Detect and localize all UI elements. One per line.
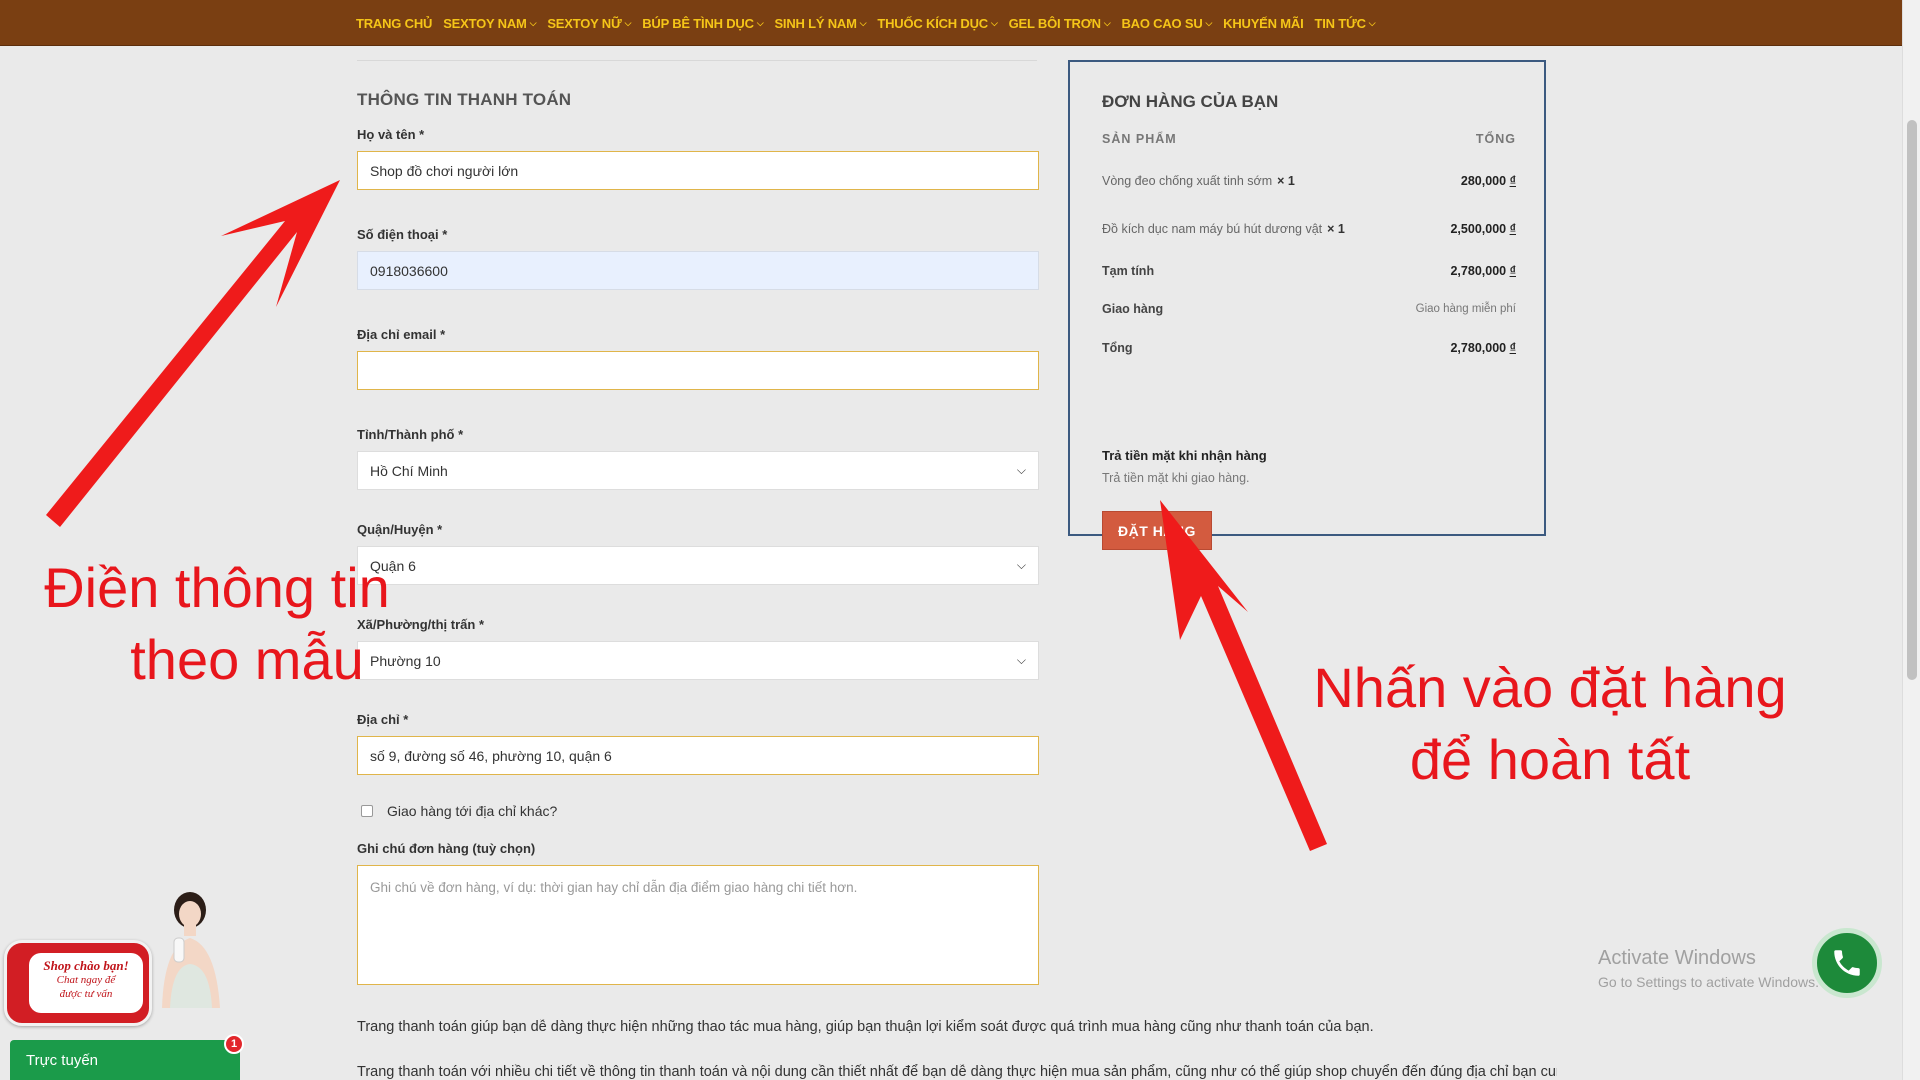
billing-title: THÔNG TIN THANH TOÁN	[357, 90, 572, 109]
top-navigation: TRANG CHỦ SEXTOY NAM ⌵ SEXTOY NỮ ⌵ BÚP BÊ …	[0, 0, 1902, 46]
province-label: Tỉnh/Thành phố *	[357, 427, 464, 442]
ship-other-checkbox[interactable]	[361, 805, 373, 817]
order-item-row: Đồ kích dục nam máy bú hút dương vật × 1 …	[1102, 222, 1516, 236]
item-name: Vòng đeo chống xuất tinh sớm	[1102, 174, 1273, 188]
annotation-right-line2: để hoàn tất	[1409, 728, 1691, 791]
province-select[interactable]: Hồ Chí Minh ⌵	[357, 451, 1039, 490]
address-label: Địa chỉ *	[357, 712, 409, 727]
item-price: 280,000	[1460, 174, 1507, 188]
watermark-line1: Activate Windows	[1598, 947, 1756, 969]
annotation-left-line1: Điền thông tin	[44, 556, 390, 619]
payment-method-title: Trả tiền mặt khi nhận hàng	[1102, 448, 1267, 463]
order-title: ĐƠN HÀNG CỦA BẠN	[1102, 92, 1279, 111]
place-order-button[interactable]: ĐẶT HÀNG	[1102, 511, 1212, 550]
ship-other-row[interactable]: Giao hàng tới địa chỉ khác?	[357, 803, 1039, 819]
chevron-down-icon: ⌵	[756, 17, 764, 28]
nav-item-bao-cao-su[interactable]: BAO CAO SU ⌵	[1121, 16, 1212, 31]
nav-item-gel-boi-tron[interactable]: GEL BÔI TRƠN ⌵	[1009, 16, 1111, 31]
windows-activation-watermark: Activate Windows Go to Settings to activ…	[1598, 946, 1819, 994]
annotation-left: Điền thông tin theo mẫu	[22, 552, 412, 696]
nav-item-sinh-ly-nam[interactable]: SINH LÝ NAM ⌵	[774, 16, 866, 31]
chat-promo-bubble[interactable]: Shop chào bạn! Chat ngay để được tư vấn	[4, 940, 152, 1026]
annotation-right: Nhấn vào đặt hàng để hoàn tất	[1290, 652, 1810, 796]
phone-field[interactable]: 0918036600	[357, 251, 1039, 290]
nav-item-sextoy-nu[interactable]: SEXTOY NỮ ⌵	[547, 16, 631, 31]
chat-unread-badge: 1	[224, 1034, 244, 1054]
nav-item-khuyen-mai[interactable]: KHUYẾN MÃI	[1223, 16, 1304, 31]
currency-symbol: ₫	[1509, 264, 1516, 278]
phone-icon	[1834, 950, 1860, 976]
annotation-left-line2: theo mẫu	[130, 628, 364, 691]
order-item-row: Vòng đeo chống xuất tinh sớm × 1 280,000 …	[1102, 174, 1516, 188]
chat-online-bar[interactable]: Trực tuyến	[10, 1040, 240, 1080]
district-label: Quận/Huyện *	[357, 522, 443, 537]
chevron-down-icon: ⌵	[624, 17, 632, 28]
name-label: Họ và tên *	[357, 127, 425, 142]
name-field[interactable]: Shop đồ chơi người lớn	[357, 151, 1039, 190]
item-qty: × 1	[1327, 222, 1345, 236]
chevron-down-icon: ⌵	[859, 17, 867, 28]
arrow-left	[46, 180, 340, 527]
chevron-down-icon: ⌵	[990, 17, 998, 28]
scrollbar-thumb[interactable]	[1907, 120, 1917, 680]
ward-select[interactable]: Phường 10 ⌵	[357, 641, 1039, 680]
nav-item-thuoc-kich-duc[interactable]: THUỐC KÍCH DỤC ⌵	[877, 16, 997, 31]
order-header-row: SẢN PHẨM TỔNG	[1102, 132, 1516, 146]
watermark-line2: Go to Settings to activate Windows.	[1598, 974, 1819, 990]
nav-item-sextoy-nam[interactable]: SEXTOY NAM ⌵	[443, 16, 536, 31]
total-label: Tổng	[1102, 341, 1133, 355]
ward-label: Xã/Phường/thị trấn *	[357, 617, 484, 632]
item-price: 2,500,000	[1450, 222, 1507, 236]
chat-bubble-line2: Chat ngay để	[56, 974, 116, 986]
district-select[interactable]: Quận 6 ⌵	[357, 546, 1039, 585]
chevron-down-icon: ⌵	[1103, 17, 1111, 28]
nav-item-bup-be[interactable]: BÚP BÊ TÌNH DỤC ⌵	[642, 16, 763, 31]
currency-symbol: ₫	[1509, 341, 1516, 355]
phone-label: Số điện thoại *	[357, 227, 448, 242]
chevron-down-icon: ⌵	[1368, 17, 1376, 28]
chat-bubble-line3: được tư vấn	[59, 988, 113, 1000]
email-field[interactable]	[357, 351, 1039, 390]
address-field[interactable]: số 9, đường số 46, phường 10, quận 6	[357, 736, 1039, 775]
col-product: SẢN PHẨM	[1102, 132, 1177, 146]
chevron-down-icon: ⌵	[1016, 463, 1026, 477]
chevron-down-icon: ⌵	[1205, 17, 1213, 28]
nav-item-tin-tuc[interactable]: TIN TỨC ⌵	[1314, 16, 1375, 31]
annotation-right-line1: Nhấn vào đặt hàng	[1313, 656, 1787, 719]
divider	[357, 60, 1037, 61]
currency-symbol: ₫	[1509, 222, 1516, 236]
shipping-value: Giao hàng miễn phí	[1415, 303, 1516, 315]
notes-label: Ghi chú đơn hàng (tuỳ chọn)	[357, 841, 536, 856]
email-label: Địa chỉ email *	[357, 327, 446, 342]
chevron-down-icon: ⌵	[1016, 653, 1026, 667]
col-total: TỔNG	[1475, 132, 1516, 146]
shipping-label: Giao hàng	[1102, 302, 1164, 316]
nav-item-home[interactable]: TRANG CHỦ	[356, 16, 432, 31]
intro-paragraph: Trang thanh toán với nhiều chi tiết về t…	[357, 1064, 1557, 1080]
total-row: Tổng 2,780,000 ₫	[1102, 341, 1516, 355]
page-scrollbar[interactable]	[1902, 0, 1920, 1080]
call-button[interactable]	[1812, 928, 1882, 998]
subtotal-label: Tạm tính	[1102, 264, 1155, 278]
billing-form: THÔNG TIN THANH TOÁN Họ và tên * Shop đồ…	[357, 90, 1039, 985]
chevron-down-icon: ⌵	[1016, 558, 1026, 572]
subtotal-row: Tạm tính 2,780,000 ₫	[1102, 264, 1516, 278]
order-notes-textarea[interactable]: Ghi chú về đơn hàng, ví dụ: thời gian ha…	[357, 865, 1039, 985]
total-value: 2,780,000	[1450, 341, 1507, 355]
chat-avatar-image	[162, 892, 220, 1008]
order-summary: ĐƠN HÀNG CỦA BẠN SẢN PHẨM TỔNG Vòng đeo …	[1068, 60, 1546, 550]
chevron-down-icon: ⌵	[529, 17, 537, 28]
currency-symbol: ₫	[1509, 174, 1516, 188]
shipping-row: Giao hàng Giao hàng miễn phí	[1102, 302, 1516, 316]
nav-menu: TRANG CHỦ SEXTOY NAM ⌵ SEXTOY NỮ ⌵ BÚP BÊ …	[356, 0, 1386, 46]
chat-bubble-line1: Shop chào bạn!	[43, 958, 129, 973]
subtotal-value: 2,780,000	[1450, 264, 1507, 278]
item-name: Đồ kích dục nam máy bú hút dương vật	[1102, 222, 1323, 236]
province-value: Hồ Chí Minh	[370, 462, 448, 479]
payment-method-desc: Trả tiền mặt khi giao hàng.	[1102, 471, 1250, 485]
intro-paragraph: Trang thanh toán giúp bạn dễ dàng thực h…	[357, 1019, 1374, 1035]
ship-other-label: Giao hàng tới địa chỉ khác?	[387, 803, 558, 819]
item-qty: × 1	[1277, 174, 1295, 188]
